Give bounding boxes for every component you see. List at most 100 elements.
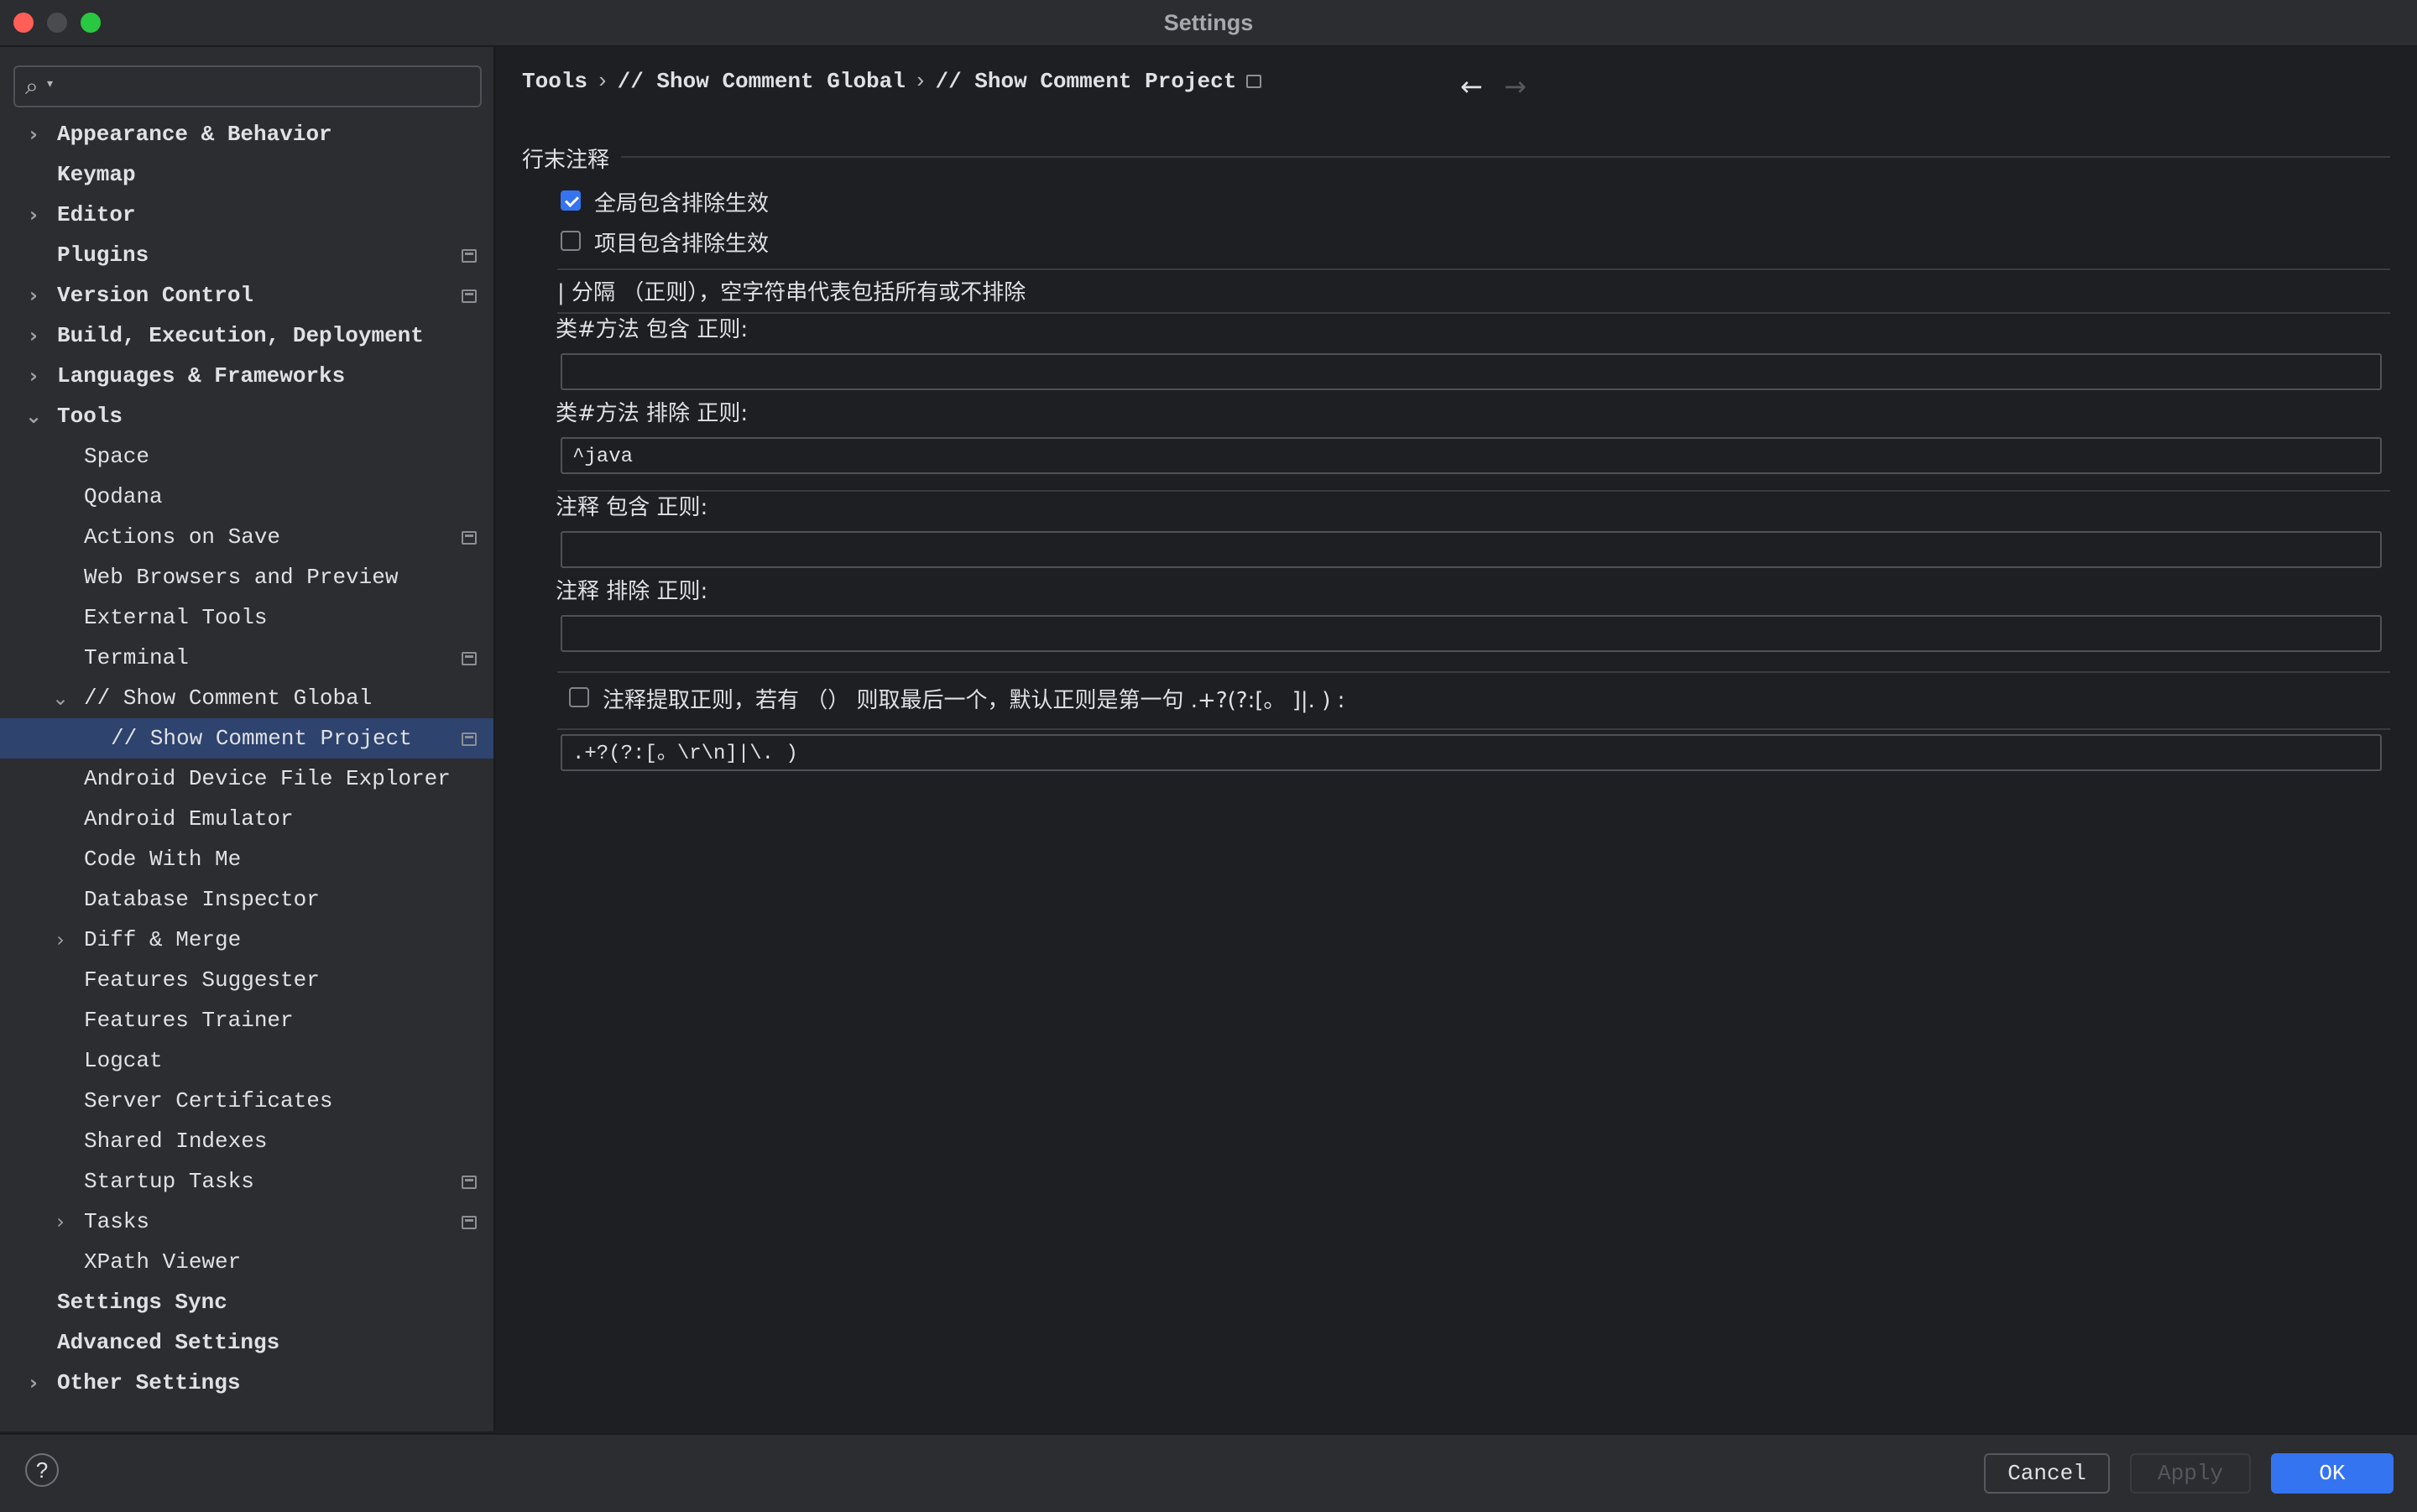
sidebar-item-tasks[interactable]: › Tasks xyxy=(0,1202,493,1242)
sidebar-item-android-emulator[interactable]: Android Emulator xyxy=(0,799,493,839)
class-method-exclude-input[interactable]: ^java xyxy=(561,437,2382,474)
chevron-right-icon[interactable]: › xyxy=(23,1363,44,1403)
sidebar-item-label: Space xyxy=(84,444,150,469)
breadcrumb-item-show-comment-global[interactable]: // Show Comment Global xyxy=(618,69,906,94)
comment-extract-regex-checkbox[interactable] xyxy=(569,687,589,707)
sidebar-item-features-suggester[interactable]: Features Suggester xyxy=(0,960,493,1000)
sidebar-item-label: Code With Me xyxy=(84,847,242,872)
cancel-button[interactable]: Cancel xyxy=(1984,1453,2110,1494)
chevron-right-icon[interactable]: › xyxy=(23,114,44,154)
breadcrumb: Tools › // Show Comment Global › // Show Com… xyxy=(522,69,1262,94)
sidebar-item-android-device-file-explorer[interactable]: Android Device File Explorer xyxy=(0,759,493,799)
separator-hint: | 分隔 （正则），空字符串代表包括所有或不排除 xyxy=(557,280,1026,305)
comment-extract-regex-input[interactable]: .+?(?:[。\r\n]|\. ) xyxy=(561,734,2382,771)
project-include-exclude-checkbox[interactable] xyxy=(561,231,581,251)
section-divider xyxy=(621,156,2390,158)
sidebar-item-label: XPath Viewer xyxy=(84,1249,242,1275)
sidebar-item-show-comment-global[interactable]: ⌄ // Show Comment Global xyxy=(0,678,493,718)
global-include-exclude-checkbox[interactable] xyxy=(561,190,581,211)
chevron-down-icon[interactable]: ⌄ xyxy=(50,678,70,718)
sidebar-item-label: Actions on Save xyxy=(84,524,281,550)
sidebar-item-label: Keymap xyxy=(57,162,136,187)
sidebar-item-label: // Show Comment Global xyxy=(84,686,373,711)
project-level-icon xyxy=(462,249,477,263)
divider xyxy=(557,269,2390,270)
sidebar-item-appearance-behavior[interactable]: › Appearance & Behavior xyxy=(0,114,493,154)
chevron-down-icon[interactable]: ⌄ xyxy=(23,396,44,436)
sidebar-item-external-tools[interactable]: External Tools xyxy=(0,597,493,638)
chevron-right-icon[interactable]: › xyxy=(23,356,44,396)
class-method-include-input[interactable] xyxy=(561,353,2382,390)
sidebar-item-code-with-me[interactable]: Code With Me xyxy=(0,839,493,879)
project-level-icon xyxy=(462,652,477,665)
breadcrumb-item-tools[interactable]: Tools xyxy=(522,69,587,94)
chevron-right-icon[interactable]: › xyxy=(50,1202,70,1242)
sidebar-item-logcat[interactable]: Logcat xyxy=(0,1040,493,1081)
sidebar-item-editor[interactable]: › Editor xyxy=(0,195,493,235)
project-level-icon xyxy=(462,289,477,303)
sidebar-item-actions-on-save[interactable]: Actions on Save xyxy=(0,517,493,557)
comment-extract-regex-label[interactable]: 注释提取正则，若有 （） 则取最后一个，默认正则是第一句 .+?(?:[。 ]|… xyxy=(603,683,1344,714)
sidebar-item-server-certificates[interactable]: Server Certificates xyxy=(0,1081,493,1121)
sidebar-item-settings-sync[interactable]: Settings Sync xyxy=(0,1282,493,1322)
sidebar-item-show-comment-project[interactable]: // Show Comment Project xyxy=(0,718,493,759)
sidebar-item-terminal[interactable]: Terminal xyxy=(0,638,493,678)
chevron-right-icon[interactable]: › xyxy=(50,920,70,960)
search-icon: ⌕ xyxy=(25,72,39,100)
sidebar-item-diff-merge[interactable]: › Diff & Merge xyxy=(0,920,493,960)
sidebar-item-other-settings[interactable]: › Other Settings xyxy=(0,1363,493,1403)
sidebar-item-label: Features Trainer xyxy=(84,1008,294,1033)
sidebar-item-xpath-viewer[interactable]: XPath Viewer xyxy=(0,1242,493,1282)
sidebar-item-tools[interactable]: ⌄ Tools xyxy=(0,396,493,436)
sidebar-item-label: Features Suggester xyxy=(84,967,320,993)
sidebar-item-label: Database Inspector xyxy=(84,887,320,912)
breadcrumb-separator: › xyxy=(913,69,927,94)
apply-button[interactable]: Apply xyxy=(2130,1453,2251,1494)
sidebar-item-features-trainer[interactable]: Features Trainer xyxy=(0,1000,493,1040)
sidebar-item-shared-indexes[interactable]: Shared Indexes xyxy=(0,1121,493,1161)
breadcrumb-separator: › xyxy=(596,69,609,94)
settings-search-input[interactable]: ⌕ ▾ xyxy=(13,65,482,107)
sidebar-item-qodana[interactable]: Qodana xyxy=(0,477,493,517)
comment-exclude-input[interactable] xyxy=(561,615,2382,652)
sidebar-item-web-browsers-and-preview[interactable]: Web Browsers and Preview xyxy=(0,557,493,597)
sidebar-item-label: Android Emulator xyxy=(84,806,294,832)
divider xyxy=(557,728,2390,730)
divider xyxy=(557,490,2390,492)
sidebar-item-label: Terminal xyxy=(84,645,189,670)
sidebar-item-startup-tasks[interactable]: Startup Tasks xyxy=(0,1161,493,1202)
divider xyxy=(557,671,2390,673)
divider xyxy=(557,312,2390,314)
project-level-icon xyxy=(462,1216,477,1229)
chevron-right-icon[interactable]: › xyxy=(23,195,44,235)
back-arrow-icon[interactable]: ← xyxy=(1460,70,1483,102)
sidebar-item-keymap[interactable]: Keymap xyxy=(0,154,493,195)
project-level-icon xyxy=(462,531,477,545)
class-method-include-label: 类#方法 包含 正则: xyxy=(556,317,749,342)
chevron-right-icon[interactable]: › xyxy=(23,275,44,315)
settings-sidebar: ⌕ ▾ › Appearance & Behavior Keymap › Editor P… xyxy=(0,47,495,1431)
project-include-exclude-label[interactable]: 项目包含排除生效 xyxy=(594,227,769,258)
section-title: 行末注释 xyxy=(522,148,610,173)
global-include-exclude-label[interactable]: 全局包含排除生效 xyxy=(594,186,769,217)
sidebar-item-advanced-settings[interactable]: Advanced Settings xyxy=(0,1322,493,1363)
settings-content: Tools › // Show Comment Global › // Show Com… xyxy=(495,47,2417,1431)
sidebar-item-label: Tools xyxy=(57,404,123,429)
sidebar-item-languages-frameworks[interactable]: › Languages & Frameworks xyxy=(0,356,493,396)
sidebar-item-space[interactable]: Space xyxy=(0,436,493,477)
sidebar-item-label: Web Browsers and Preview xyxy=(84,565,399,590)
help-button[interactable]: ? xyxy=(25,1453,59,1487)
chevron-right-icon[interactable]: › xyxy=(23,315,44,356)
comment-include-input[interactable] xyxy=(561,531,2382,568)
sidebar-item-label: Settings Sync xyxy=(57,1290,227,1315)
sidebar-item-plugins[interactable]: Plugins xyxy=(0,235,493,275)
project-level-icon xyxy=(462,733,477,746)
sidebar-item-version-control[interactable]: › Version Control xyxy=(0,275,493,315)
sidebar-item-label: Shared Indexes xyxy=(84,1129,268,1154)
comment-exclude-label: 注释 排除 正则: xyxy=(556,579,708,604)
sidebar-item-database-inspector[interactable]: Database Inspector xyxy=(0,879,493,920)
comment-include-label: 注释 包含 正则: xyxy=(556,495,708,520)
ok-button[interactable]: OK xyxy=(2271,1453,2394,1494)
sidebar-item-label: Other Settings xyxy=(57,1370,241,1395)
sidebar-item-build-execution-deployment[interactable]: › Build, Execution, Deployment xyxy=(0,315,493,356)
